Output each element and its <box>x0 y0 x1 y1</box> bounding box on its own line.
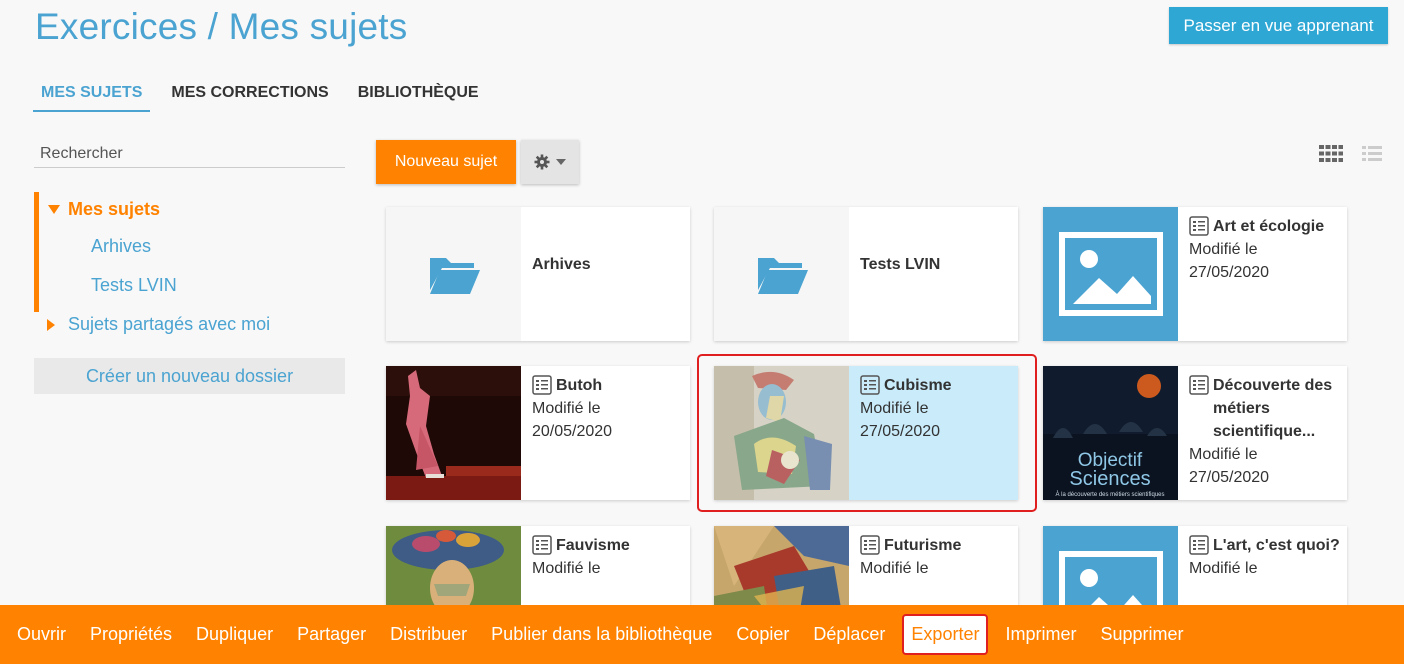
exercise-icon <box>1189 216 1209 236</box>
card-decouverte-metiers[interactable]: Objectif Sciences À la découverte des mé… <box>1043 366 1347 500</box>
tab-mes-corrections[interactable]: MES CORRECTIONS <box>163 82 336 112</box>
folder-thumb <box>714 207 849 341</box>
action-partager[interactable]: Partager <box>285 624 378 645</box>
cubist-painting <box>714 366 849 500</box>
card-modified-label: Modifié le <box>1189 446 1258 463</box>
card-title: Art et écologie <box>1213 218 1325 235</box>
card-title: Futurisme <box>884 537 962 554</box>
tree-item-mes-sujets[interactable]: Mes sujets <box>48 199 160 220</box>
painting-thumb <box>714 366 849 500</box>
card-title: Cubisme <box>884 377 952 394</box>
action-deplacer[interactable]: Déplacer <box>801 624 897 645</box>
poster-title-2: Sciences <box>1069 468 1150 490</box>
card-cubisme[interactable]: Cubisme Modifié le 27/05/2020 <box>714 366 1018 500</box>
folder-tree: Mes sujets Arhives Tests LVIN <box>34 192 345 312</box>
card-butoh[interactable]: Butoh Modifié le 20/05/2020 <box>386 366 690 500</box>
poster-thumb: Objectif Sciences À la découverte des mé… <box>1043 366 1178 500</box>
card-date: 27/05/2020 <box>1189 264 1270 281</box>
card-folder-tests-lvin[interactable]: Tests LVIN <box>714 207 1018 341</box>
card-title: Butoh <box>556 377 603 394</box>
action-bar: Ouvrir Propriétés Dupliquer Partager Dis… <box>0 605 1404 664</box>
tab-bibliotheque[interactable]: BIBLIOTHÈQUE <box>350 82 487 112</box>
action-exporter[interactable]: Exporter <box>902 614 989 655</box>
action-ouvrir[interactable]: Ouvrir <box>5 624 78 645</box>
list-view-icon[interactable] <box>1362 145 1382 163</box>
tab-bar: MES SUJETS MES CORRECTIONS BIBLIOTHÈQUE <box>33 82 500 112</box>
objectif-sciences-poster: Objectif Sciences À la découverte des mé… <box>1043 366 1178 500</box>
gear-icon <box>534 154 550 170</box>
action-publier[interactable]: Publier dans la bibliothèque <box>479 624 724 645</box>
tab-mes-sujets[interactable]: MES SUJETS <box>33 82 151 112</box>
folder-thumb <box>386 207 521 341</box>
create-folder-button[interactable]: Créer un nouveau dossier <box>34 358 345 394</box>
card-modified-label: Modifié le <box>860 400 929 417</box>
search-input[interactable] <box>34 140 345 168</box>
caret-down-icon[interactable] <box>48 205 60 214</box>
page-title: Exercices / Mes sujets <box>35 6 408 47</box>
exercise-icon <box>532 535 552 555</box>
card-modified-label: Modifié le <box>1189 241 1258 258</box>
poster-subtitle: À la découverte des métiers scientifique… <box>1055 491 1164 498</box>
tree-item-label: Mes sujets <box>68 199 161 219</box>
folder-open-icon <box>429 258 480 294</box>
exercise-icon <box>860 535 880 555</box>
exercise-icon <box>860 375 880 395</box>
card-title: L'art, c'est quoi? <box>1213 537 1340 554</box>
card-art-et-ecologie[interactable]: Art et écologie Modifié le 27/05/2020 <box>1043 207 1347 341</box>
card-modified-label: Modifié le <box>532 400 601 417</box>
new-subject-button[interactable]: Nouveau sujet <box>376 140 516 184</box>
dancer-photo <box>386 366 521 500</box>
card-modified-label: Modifié le <box>860 560 929 577</box>
card-date: 27/05/2020 <box>860 423 941 440</box>
action-proprietes[interactable]: Propriétés <box>78 624 184 645</box>
grid-view-icon[interactable] <box>1319 145 1343 163</box>
learner-view-button[interactable]: Passer en vue apprenant <box>1169 7 1388 44</box>
tree-item-arhives[interactable]: Arhives <box>91 236 151 257</box>
chevron-down-icon <box>556 159 566 165</box>
card-modified-label: Modifié le <box>1189 560 1258 577</box>
action-distribuer[interactable]: Distribuer <box>378 624 479 645</box>
tree-item-tests-lvin[interactable]: Tests LVIN <box>91 275 177 296</box>
folder-open-icon <box>757 258 808 294</box>
card-modified-label: Modifié le <box>532 560 601 577</box>
card-date: 27/05/2020 <box>1189 469 1270 486</box>
action-dupliquer[interactable]: Dupliquer <box>184 624 285 645</box>
exercise-icon <box>532 375 552 395</box>
placeholder-thumb <box>1043 207 1178 341</box>
action-imprimer[interactable]: Imprimer <box>993 624 1088 645</box>
card-title: Fauvisme <box>556 537 630 554</box>
settings-dropdown-button[interactable] <box>521 140 579 184</box>
image-placeholder-icon <box>1058 232 1163 316</box>
exercise-icon <box>1189 375 1209 395</box>
caret-right-icon[interactable] <box>47 318 55 331</box>
action-supprimer[interactable]: Supprimer <box>1088 624 1195 645</box>
card-date: 20/05/2020 <box>532 423 613 440</box>
card-title: Tests LVIN <box>860 256 941 273</box>
tree-item-shared[interactable]: Sujets partagés avec moi <box>47 314 270 335</box>
exercise-icon <box>1189 535 1209 555</box>
card-title: Découverte des métiers scientifique... <box>1213 377 1333 440</box>
card-title: Arhives <box>532 256 591 273</box>
card-folder-arhives[interactable]: Arhives <box>386 207 690 341</box>
action-copier[interactable]: Copier <box>724 624 801 645</box>
tree-item-label: Sujets partagés avec moi <box>68 314 271 334</box>
photo-thumb <box>386 366 521 500</box>
